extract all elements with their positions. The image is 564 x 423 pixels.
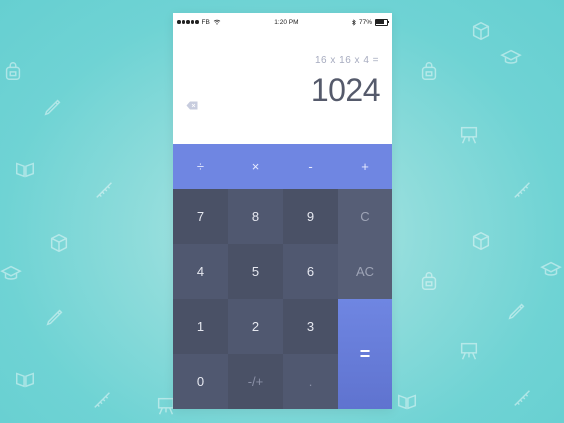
cap-icon (500, 46, 522, 68)
key-0[interactable]: 0 (173, 354, 228, 409)
cube-icon (48, 232, 70, 254)
cap-icon (540, 258, 562, 280)
result-text: 1024 (310, 72, 381, 108)
sign-toggle-button[interactable]: -/+ (228, 354, 283, 409)
battery-icon (374, 18, 390, 26)
cap-icon (0, 262, 22, 284)
key-5[interactable]: 5 (228, 244, 283, 299)
cube-icon (470, 230, 492, 252)
equals-button[interactable]: = (338, 299, 392, 409)
wifi-icon (213, 19, 221, 25)
expression-text: 16 x 16 x 4 = (314, 55, 379, 66)
clear-button[interactable]: C (338, 189, 392, 244)
key-1[interactable]: 1 (173, 299, 228, 354)
battery-percent: 77% (358, 18, 372, 26)
pencil-icon (42, 96, 64, 118)
key-2[interactable]: 2 (228, 299, 283, 354)
ruler-icon (512, 388, 534, 410)
multiply-button[interactable]: × (228, 144, 283, 189)
signal-icon (177, 20, 199, 24)
status-bar: FB 1:20 PM 77% (173, 13, 392, 31)
book-icon (14, 158, 36, 180)
all-clear-button[interactable]: AC (338, 244, 392, 299)
clock: 1:20 PM (274, 18, 299, 26)
easel-icon (458, 124, 480, 146)
decimal-button[interactable]: . (283, 354, 338, 409)
add-button[interactable]: + (338, 144, 392, 189)
divide-button[interactable]: ÷ (173, 144, 228, 189)
display-panel: 16 x 16 x 4 = 1024 (173, 31, 392, 144)
key-7[interactable]: 7 (173, 189, 228, 244)
key-6[interactable]: 6 (283, 244, 338, 299)
ruler-icon (512, 180, 534, 202)
key-9[interactable]: 9 (283, 189, 338, 244)
pencil-icon (506, 300, 528, 322)
bag-icon (418, 270, 440, 292)
bluetooth-icon (352, 18, 356, 26)
carrier-label: FB (201, 18, 210, 26)
ruler-icon (92, 390, 114, 412)
book-icon (14, 368, 36, 390)
book-icon (396, 390, 418, 412)
calculator-app: FB 1:20 PM 77% 16 x 16 x 4 = 1024 ÷ × - … (173, 13, 392, 409)
ruler-icon (94, 180, 116, 202)
easel-icon (458, 340, 480, 362)
key-8[interactable]: 8 (228, 189, 283, 244)
bag-icon (2, 60, 24, 82)
subtract-button[interactable]: - (283, 144, 338, 189)
cube-icon (470, 20, 492, 42)
key-3[interactable]: 3 (283, 299, 338, 354)
pencil-icon (44, 306, 66, 328)
key-4[interactable]: 4 (173, 244, 228, 299)
keypad: ÷ × - + 7 8 9 C 4 5 6 AC 1 2 3 0 -/+ . = (173, 144, 392, 409)
bag-icon (418, 60, 440, 82)
backspace-icon[interactable] (186, 101, 198, 110)
